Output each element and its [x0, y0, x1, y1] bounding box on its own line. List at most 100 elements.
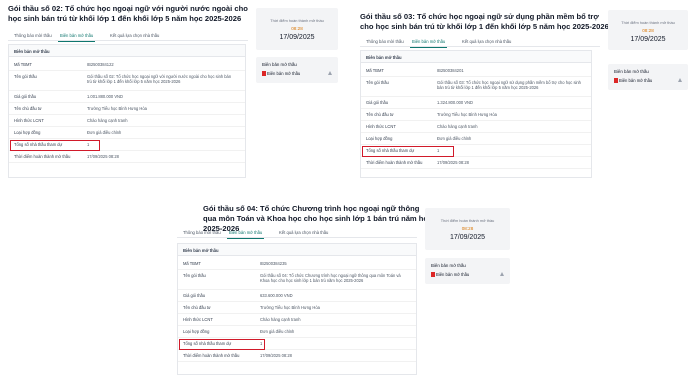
- row-label: Tên chủ đầu tư: [366, 112, 394, 117]
- row-value: IB2500384201: [437, 68, 464, 73]
- row-label: Hình thức LCNT: [183, 317, 213, 322]
- opening-time-label: Thời điểm hoàn thành mở thầu: [270, 18, 324, 23]
- download-icon[interactable]: [500, 272, 504, 276]
- row-value: Đơn giá điều chỉnh: [437, 136, 472, 141]
- bid-panel-1: Gói thầu số 02: Tổ chức học ngoại ngữ vớ…: [0, 0, 350, 195]
- row-package-price: Giá gói thầu 1.001.880.000 VND: [9, 91, 245, 103]
- row-tbmt-code: Mã TBMT IB2500384201: [361, 65, 591, 77]
- opening-time-label: Thời điểm hoàn thành mở thầu: [621, 20, 675, 25]
- document-link[interactable]: Biên bản mở thầu: [425, 271, 510, 279]
- row-label: Mã TBMT: [14, 62, 32, 67]
- bid-panel-3: Gói thầu số 04: Tổ chức Chương trình học…: [175, 196, 525, 391]
- row-investor: Tên chủ đầu tư Trường Tiểu học Bình Hưng …: [361, 109, 591, 121]
- row-value: 1.324.800.000 VND: [437, 100, 473, 105]
- download-icon[interactable]: [678, 78, 682, 82]
- row-selection-method: Hình thức LCNT Chào hàng cạnh tranh: [178, 314, 416, 326]
- download-icon[interactable]: [328, 71, 332, 75]
- highlight-box: [179, 339, 265, 350]
- row-value: Trường Tiểu học Bình Hưng Hòa: [437, 112, 497, 117]
- opening-time-card: Thời điểm hoàn thành mở thầu 08:28 17/09/2…: [425, 208, 510, 250]
- documents-card: Biên bản mở thầu Biên bản mở thầu: [256, 57, 338, 83]
- row-value: 1: [437, 148, 440, 153]
- row-value: 1: [87, 142, 90, 147]
- tab-bar: Thông báo mời thầu Biên bản mở thầu Kết qu…: [8, 31, 248, 42]
- opening-info-card: Biên bản mở thầu Mã TBMT IB2500384122 Tên g…: [8, 44, 246, 178]
- row-value: Trường Tiểu học Bình Hưng Hòa: [260, 305, 320, 310]
- row-value: IB2500384122: [87, 62, 114, 67]
- row-contract-type: Loại hợp đồng Đơn giá điều chỉnh: [178, 326, 416, 338]
- row-label: Giá gói thầu: [14, 94, 37, 99]
- row-value: Đơn giá điều chỉnh: [87, 130, 122, 135]
- row-label: Loại hợp đồng: [14, 130, 41, 135]
- document-link[interactable]: Biên bản mở thầu: [256, 70, 338, 78]
- document-name: Biên bản mở thầu: [436, 272, 470, 277]
- row-label: Thời điểm hoàn thành mở thầu: [183, 353, 240, 358]
- document-name: Biên bản mở thầu: [267, 71, 301, 76]
- row-value: IB2500384235: [260, 261, 287, 266]
- tab-invitation[interactable]: Thông báo mời thầu: [14, 33, 52, 38]
- document-name: Biên bản mở thầu: [619, 78, 653, 83]
- tab-opening-minutes[interactable]: Biên bản mở thầu: [409, 39, 448, 48]
- row-tbmt-code: Mã TBMT IB2500384122: [9, 59, 245, 71]
- tab-selection-result[interactable]: Kết quả lựa chọn nhà thầu: [462, 39, 511, 44]
- tab-bar: Thông báo mời thầu Biên bản mở thầu Kết qu…: [177, 228, 417, 239]
- document-link[interactable]: Biên bản mở thầu: [608, 77, 688, 85]
- row-value: 1: [260, 341, 263, 346]
- row-value: 17/09/2025 08:28: [87, 154, 119, 159]
- documents-title: Biên bản mở thầu: [614, 69, 649, 74]
- row-label: Hình thức LCNT: [366, 124, 396, 129]
- row-value: Gói thầu số 04: Tổ chức Chương trình học…: [260, 273, 401, 283]
- package-title: Gói thầu số 02: Tổ chức học ngoại ngữ vớ…: [8, 4, 248, 23]
- highlight-box: [10, 140, 100, 151]
- row-label: Loại hợp đồng: [366, 136, 393, 141]
- row-label: Mã TBMT: [183, 261, 201, 266]
- documents-card: Biên bản mở thầu Biên bản mở thầu: [425, 258, 510, 284]
- tab-opening-minutes[interactable]: Biên bản mở thầu: [57, 33, 96, 42]
- pdf-icon: [614, 78, 618, 83]
- pdf-icon: [431, 272, 435, 277]
- row-package-name: Tên gói thầu Gói thầu số 02: Tổ chức học …: [9, 71, 245, 91]
- opening-time: 08:28: [291, 26, 303, 31]
- opening-date: 17/09/2025: [630, 36, 666, 43]
- row-value: 633.600.000 VND: [260, 293, 293, 298]
- tab-opening-minutes[interactable]: Biên bản mở thầu: [226, 230, 265, 239]
- row-label: Thời điểm hoàn thành mở thầu: [14, 154, 71, 159]
- highlight-box: [362, 146, 454, 157]
- bid-panel-2: Gói thầu số 03: Tổ chức học ngoại ngữ sử…: [352, 0, 700, 195]
- tab-selection-result[interactable]: Kết quả lựa chọn nhà thầu: [279, 230, 328, 235]
- opening-date: 17/09/2025: [449, 234, 486, 241]
- row-label: Tên gói thầu: [183, 273, 206, 278]
- row-investor: Tên chủ đầu tư Trường Tiểu học Bình Hưng …: [9, 103, 245, 115]
- row-value: 17/09/2025 08:28: [260, 353, 292, 358]
- row-value: Trường Tiểu học Bình Hưng Hòa: [87, 106, 147, 111]
- tab-invitation[interactable]: Thông báo mời thầu: [366, 39, 404, 44]
- tab-selection-result[interactable]: Kết quả lựa chọn nhà thầu: [110, 33, 159, 38]
- row-label: Mã TBMT: [366, 68, 384, 73]
- opening-date: 17/09/2025: [279, 34, 315, 41]
- opening-time-card: Thời điểm hoàn thành mở thầu 08:28 17/09/2…: [256, 8, 338, 50]
- row-value: Gói thầu số 03: Tổ chức học ngoại ngữ sử…: [437, 80, 581, 90]
- row-label: Thời điểm hoàn thành mở thầu: [366, 160, 423, 165]
- row-label: Tên chủ đầu tư: [183, 305, 211, 310]
- row-value: 1.001.880.000 VND: [87, 94, 123, 99]
- row-contract-type: Loại hợp đồng Đơn giá điều chỉnh: [361, 133, 591, 145]
- row-label: Tên chủ đầu tư: [14, 106, 42, 111]
- documents-card: Biên bản mở thầu Biên bản mở thầu: [608, 64, 688, 90]
- row-investor: Tên chủ đầu tư Trường Tiểu học Bình Hưng …: [178, 302, 416, 314]
- row-label: Tên gói thầu: [14, 74, 37, 79]
- documents-title: Biên bản mở thầu: [262, 62, 297, 67]
- row-value: Chào hàng cạnh tranh: [260, 317, 301, 322]
- row-label: Giá gói thầu: [183, 293, 206, 298]
- row-package-price: Giá gói thầu 1.324.800.000 VND: [361, 97, 591, 109]
- row-opening-time: Thời điểm hoàn thành mở thầu 17/09/2025 0…: [178, 350, 416, 362]
- row-label: Giá gói thầu: [366, 100, 389, 105]
- row-package-price: Giá gói thầu 633.600.000 VND: [178, 290, 416, 302]
- opening-time: 08:28: [642, 28, 654, 33]
- pdf-icon: [262, 71, 266, 76]
- row-value: Chào hàng cạnh tranh: [437, 124, 478, 129]
- row-value: Chào hàng cạnh tranh: [87, 118, 128, 123]
- row-label: Loại hợp đồng: [183, 329, 210, 334]
- opening-info-card: Biên bản mở thầu Mã TBMT IB2500384235 Tên g…: [177, 243, 417, 375]
- tab-invitation[interactable]: Thông báo mời thầu: [183, 230, 221, 235]
- documents-title: Biên bản mở thầu: [431, 263, 466, 268]
